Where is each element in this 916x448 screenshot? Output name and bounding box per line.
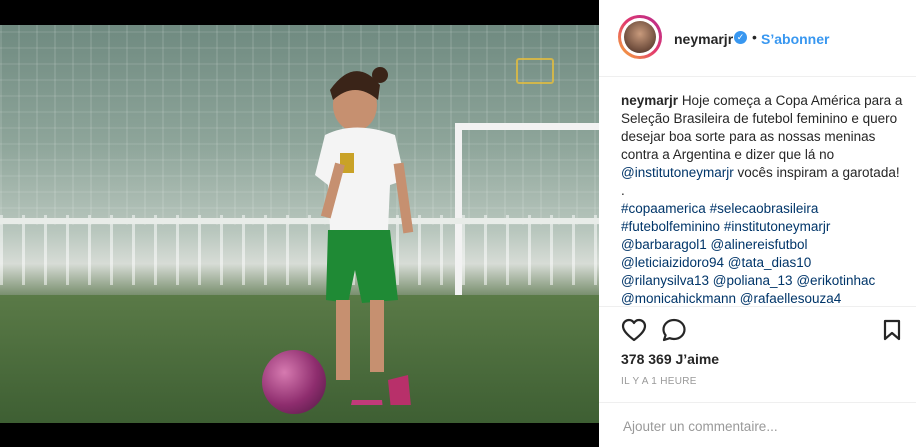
heart-icon[interactable]	[621, 318, 647, 342]
mention-link[interactable]: @poliana_13	[713, 273, 793, 288]
post-media[interactable]	[0, 0, 599, 447]
hashtag-link[interactable]: #selecaobrasileira	[710, 201, 819, 216]
post-timestamp[interactable]: Il y a 1 heure	[621, 376, 697, 387]
likes-count[interactable]: 378 369 J’aime	[621, 351, 719, 367]
mention-link[interactable]: @erikotinhac	[796, 273, 875, 288]
avatar[interactable]	[618, 15, 662, 59]
post-photo	[0, 25, 599, 423]
mention-link[interactable]: @alinereisfutbol	[711, 237, 808, 252]
mention-link[interactable]: @barbaragol1	[621, 237, 707, 252]
hashtag-link[interactable]: #copaamerica	[621, 201, 706, 216]
username-link[interactable]: neymarjr	[674, 31, 733, 47]
comment-icon[interactable]	[661, 318, 687, 342]
caption-author-link[interactable]: neymarjr	[621, 93, 678, 108]
mention-link[interactable]: @tata_dias10	[728, 255, 812, 270]
caption-mention-inline[interactable]: @institutoneymarjr	[621, 165, 734, 180]
soccer-ball	[262, 350, 326, 414]
girl-figure	[315, 67, 414, 405]
mention-link[interactable]: @leticiaizidoro94	[621, 255, 724, 270]
post-actions: 378 369 J’aime Il y a 1 heure	[599, 306, 916, 407]
mention-link[interactable]: @rilanysilva13	[621, 273, 709, 288]
instituto-watermark-logo	[516, 58, 554, 84]
mention-link[interactable]: @monicahickmann	[621, 291, 736, 306]
mention-link[interactable]: @rafaellesouza4	[740, 291, 842, 306]
avatar-photo	[624, 21, 656, 53]
verified-badge-icon: ✓	[734, 31, 747, 44]
post-header: neymarjr ✓ • S’abonner	[599, 0, 916, 77]
hashtag-link[interactable]: #institutoneymarjr	[724, 219, 831, 234]
avatar-ring-inner	[621, 18, 659, 56]
hashtag-link[interactable]: #futebolfeminino	[621, 219, 720, 234]
bookmark-icon[interactable]	[881, 319, 903, 341]
separator-dot: •	[752, 29, 757, 45]
follow-button[interactable]: S’abonner	[761, 31, 829, 47]
comment-input[interactable]	[621, 415, 895, 437]
post-sidebar: neymarjr ✓ • S’abonner neymarjr Hoje com…	[599, 0, 916, 447]
post-caption: neymarjr Hoje começa a Copa América para…	[621, 92, 903, 306]
comment-bar	[599, 402, 916, 448]
